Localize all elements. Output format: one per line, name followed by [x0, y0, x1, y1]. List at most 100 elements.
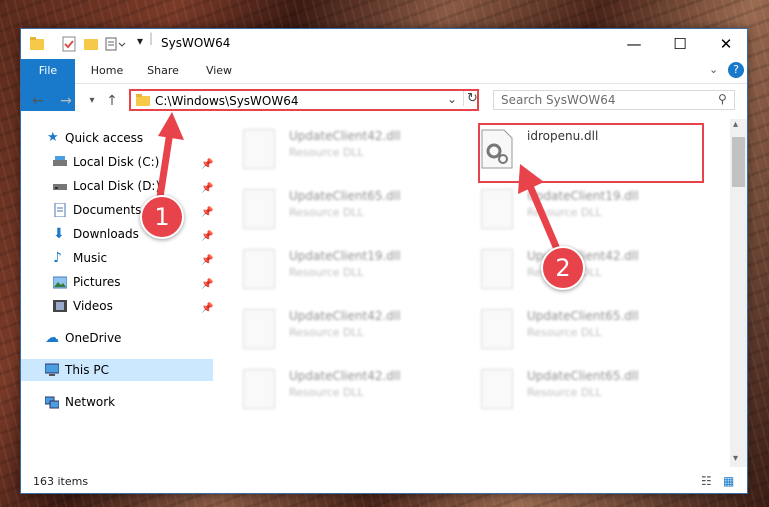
file-item[interactable]: UpdateClient42.dll Resource DLL — [231, 365, 456, 417]
sidebar-item-videos[interactable]: Videos 📌 — [21, 295, 213, 317]
documents-icon — [54, 203, 66, 217]
search-icon[interactable]: ⚲ — [718, 92, 727, 106]
videos-icon — [53, 300, 67, 312]
pictures-icon — [53, 276, 67, 289]
scrollbar-thumb[interactable] — [732, 137, 745, 187]
status-bar: 163 items ☷ ▦ — [21, 471, 747, 493]
close-button[interactable]: ✕ — [703, 29, 749, 59]
file-name: UpdateClient42.dll — [289, 309, 401, 323]
large-icons-view-icon[interactable]: ▦ — [723, 474, 734, 488]
sidebar-item-label: OneDrive — [65, 331, 122, 345]
tab-share[interactable]: Share — [139, 59, 187, 83]
sidebar-item-onedrive[interactable]: ☁ OneDrive — [21, 327, 213, 349]
back-arrow-icon[interactable]: ← — [29, 92, 47, 110]
file-type: Resource DLL — [289, 146, 364, 159]
dll-file-icon — [243, 249, 275, 289]
recent-locations-icon[interactable]: ▾ — [83, 92, 101, 110]
cloud-icon: ☁ — [45, 330, 59, 346]
up-arrow-icon[interactable]: ↑ — [103, 92, 121, 110]
sidebar-item-label: Pictures — [73, 275, 121, 289]
dll-file-icon — [481, 369, 513, 409]
file-item[interactable]: UpdateClient19.dll Resource DLL — [231, 245, 456, 297]
file-name: UpdateClient65.dll — [527, 369, 639, 383]
separator: | — [149, 31, 154, 45]
window-title: SysWOW64 — [161, 36, 231, 50]
sidebar-item-label: Quick access — [65, 131, 144, 145]
details-view-icon[interactable]: ☷ — [701, 474, 712, 488]
file-item[interactable]: UpdateClient19.dll Resource DLL — [469, 185, 694, 237]
dll-file-icon — [481, 189, 513, 229]
address-path: C:\Windows\SysWOW64 — [155, 94, 299, 108]
new-folder-icon[interactable] — [83, 35, 99, 53]
expand-ribbon-icon[interactable]: ⌄ — [709, 63, 718, 76]
pin-icon: 📌 — [201, 159, 214, 170]
drive-icon — [53, 184, 67, 190]
sidebar-item-this-pc[interactable]: This PC — [21, 359, 213, 381]
navigation-bar: ← → ▾ ↑ C:\Windows\SysWOW64 ⌄ ↻ Search S… — [21, 84, 747, 119]
pin-icon: 📌 — [201, 279, 214, 290]
address-bar[interactable]: C:\Windows\SysWOW64 ⌄ ↻ — [129, 89, 479, 111]
sidebar-item-label: Documents — [73, 203, 142, 217]
help-icon[interactable]: ? — [728, 62, 744, 78]
sidebar-item-label: This PC — [65, 363, 109, 377]
file-item[interactable]: UpdateClient65.dll Resource DLL — [469, 305, 694, 357]
dll-file-icon — [243, 129, 275, 169]
sidebar-item-pictures[interactable]: Pictures 📌 — [21, 271, 213, 293]
file-name: UpdateClient65.dll — [289, 189, 401, 203]
dll-file-icon — [243, 189, 275, 229]
search-input[interactable]: Search SysWOW64 ⚲ — [493, 90, 735, 110]
scroll-down-icon[interactable]: ▾ — [733, 453, 738, 464]
folder-icon — [30, 37, 44, 50]
file-type: Resource DLL — [527, 386, 602, 399]
customize-quick-access-icon[interactable] — [105, 35, 127, 53]
tab-home[interactable]: Home — [83, 59, 131, 83]
sidebar-item-label: Videos — [73, 299, 113, 313]
file-item[interactable]: UpdateClient42.dll Resource DLL — [231, 305, 456, 357]
pin-icon: 📌 — [201, 255, 214, 266]
step-2-badge: 2 — [541, 246, 585, 290]
ribbon: File Home Share View ⌄ ? — [21, 59, 747, 111]
file-type: Resource DLL — [289, 206, 364, 219]
music-icon: ♪ — [53, 250, 62, 266]
item-count: 163 items — [33, 475, 89, 488]
pin-icon: 📌 — [201, 207, 214, 218]
computer-icon — [45, 363, 59, 376]
dll-file-icon — [481, 309, 513, 349]
file-type: Resource DLL — [289, 386, 364, 399]
forward-arrow-icon[interactable]: → — [57, 92, 75, 110]
vertical-scrollbar[interactable]: ▴ ▾ — [730, 119, 747, 467]
address-dropdown-icon[interactable]: ⌄ — [447, 92, 457, 106]
sidebar-item-label: Network — [65, 395, 116, 409]
properties-icon[interactable] — [61, 35, 77, 53]
network-icon — [45, 396, 59, 409]
file-type: Resource DLL — [289, 266, 364, 279]
file-item[interactable]: UpdateClient65.dll Resource DLL — [231, 185, 456, 237]
dll-file-icon — [243, 309, 275, 349]
search-placeholder: Search SysWOW64 — [501, 93, 616, 107]
drive-icon — [53, 156, 67, 166]
file-name: UpdateClient42.dll — [289, 129, 401, 143]
file-item[interactable]: UpdateClient42.dll Resource DLL — [231, 125, 456, 177]
download-icon: ⬇ — [53, 226, 65, 242]
pin-icon: 📌 — [201, 183, 214, 194]
sidebar-item-label: Downloads — [73, 227, 139, 241]
file-item[interactable]: UpdateClient65.dll Resource DLL — [469, 365, 694, 417]
sidebar-item-music[interactable]: ♪ Music 📌 — [21, 247, 213, 269]
file-type: Resource DLL — [289, 326, 364, 339]
file-name: UpdateClient19.dll — [289, 249, 401, 263]
sidebar-item-downloads[interactable]: ⬇ Downloads 📌 — [21, 223, 213, 245]
file-type: Resource DLL — [527, 326, 602, 339]
minimize-button[interactable]: — — [611, 29, 657, 59]
maximize-button[interactable]: ☐ — [657, 29, 703, 59]
dll-file-icon — [481, 249, 513, 289]
file-name: UpdateClient65.dll — [527, 309, 639, 323]
step-1-badge: 1 — [140, 195, 184, 239]
scroll-up-icon[interactable]: ▴ — [733, 119, 738, 130]
dropdown-chevron-icon[interactable]: ▾ — [137, 34, 143, 52]
sidebar-item-network[interactable]: Network — [21, 391, 213, 413]
tab-view[interactable]: View — [195, 59, 243, 83]
sidebar-item-label: Music — [73, 251, 108, 265]
refresh-icon[interactable]: ↻ — [463, 91, 478, 106]
explorer-window: ▾ | SysWOW64 — ☐ ✕ File Home Share View … — [20, 28, 748, 494]
pin-icon: 📌 — [201, 231, 214, 242]
